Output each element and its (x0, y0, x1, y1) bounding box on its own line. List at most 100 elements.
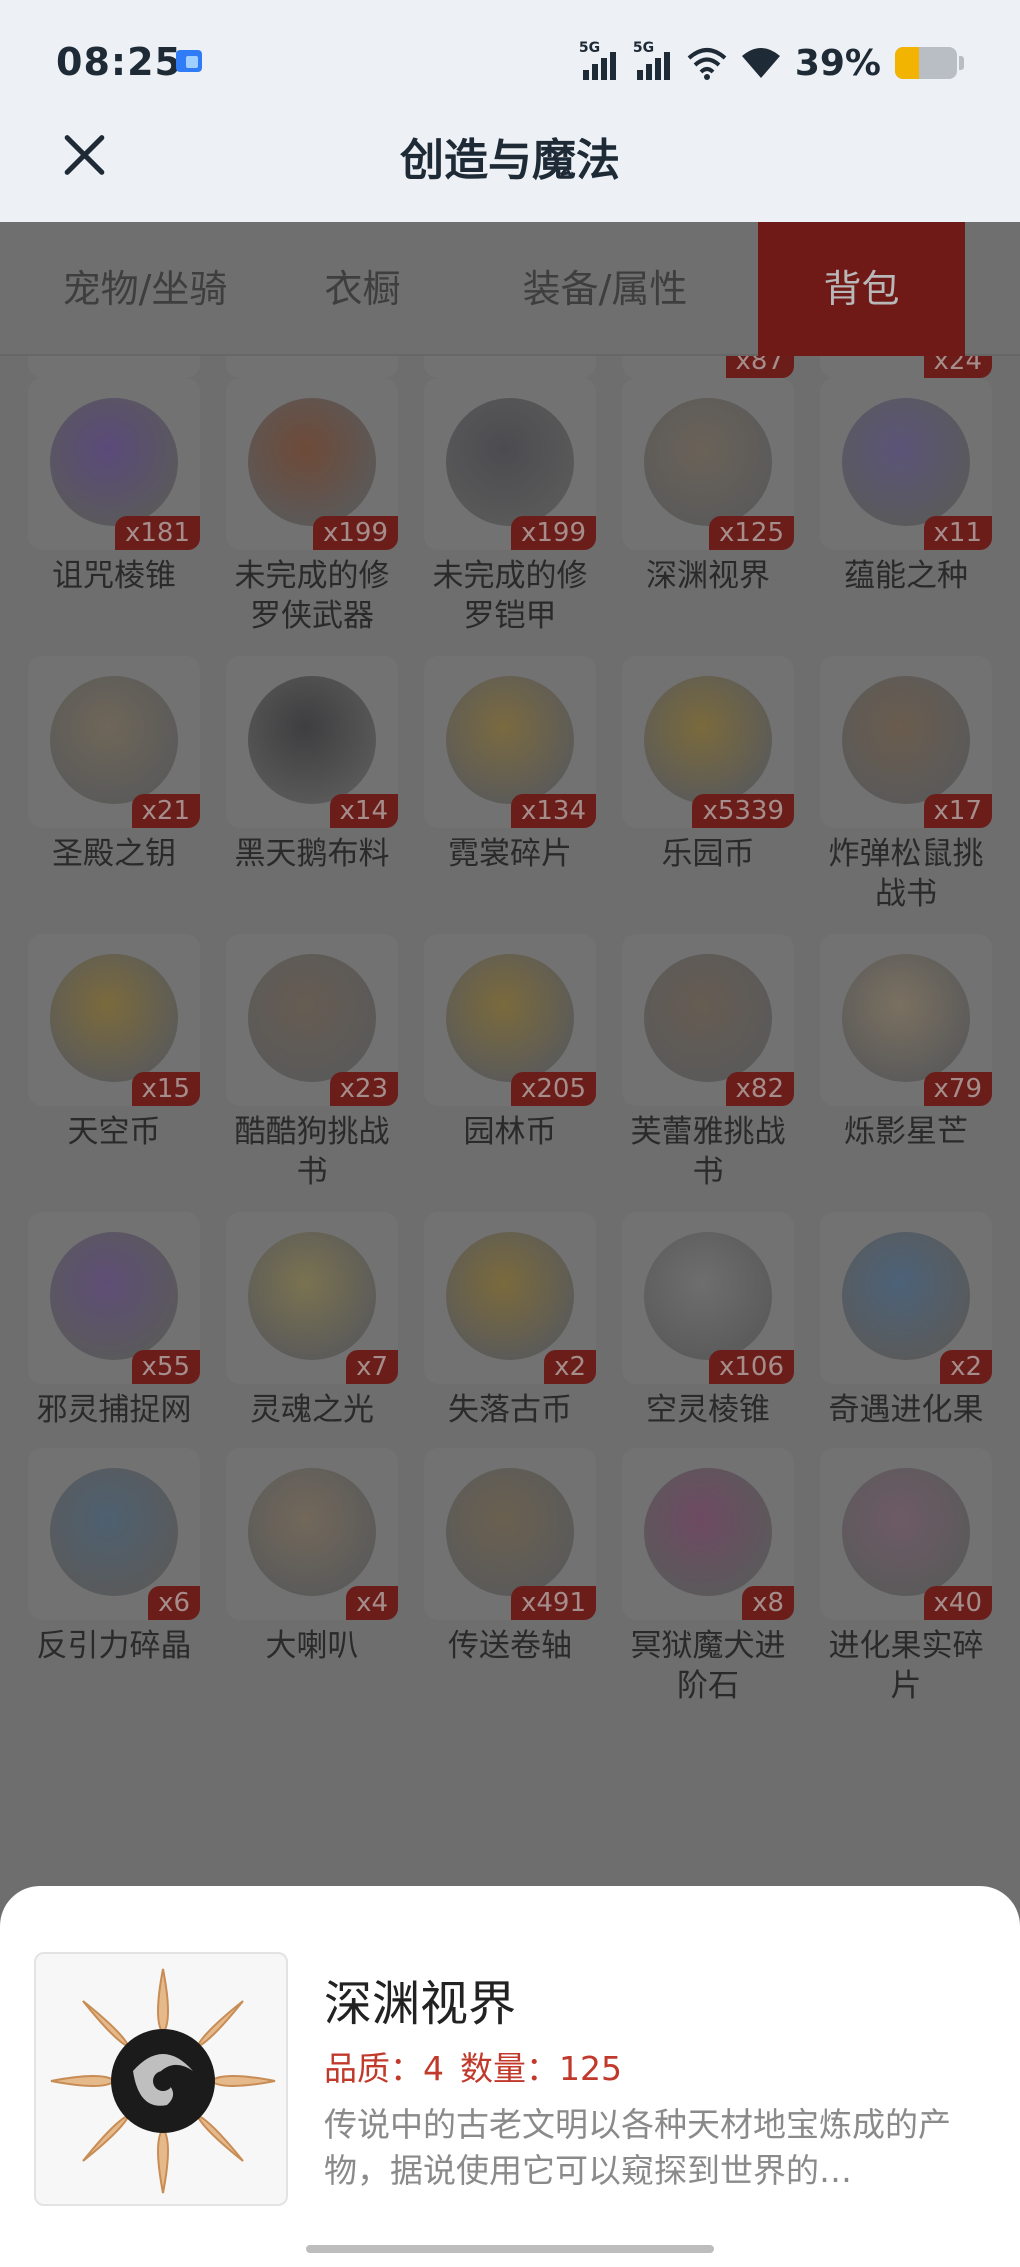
item-count-badge: x14 (329, 794, 398, 828)
inventory-item[interactable]: x21 圣殿之钥 (24, 656, 204, 874)
inventory-item[interactable]: x4 大喇叭 (222, 1448, 402, 1666)
inventory-item[interactable]: x6 反引力碎晶 (24, 1448, 204, 1666)
item-count-badge: x199 (510, 516, 596, 550)
item-name: 炸弹松鼠挑战书 (828, 836, 984, 912)
item-count-badge: x7 (346, 1350, 398, 1384)
item-card[interactable]: x7 (226, 1212, 398, 1384)
item-icon (248, 954, 376, 1082)
item-card[interactable]: x2 (424, 1212, 596, 1384)
inventory-item[interactable]: x23 酷酷狗挑战书 (222, 934, 402, 1192)
item-name: 大喇叭 (265, 1628, 359, 1664)
inventory-item[interactable]: x17 炸弹松鼠挑战书 (816, 656, 996, 914)
item-icon (50, 954, 178, 1082)
item-card[interactable]: x17 (820, 656, 992, 828)
item-count: 数量：125 (460, 2049, 622, 2088)
item-card[interactable]: x6 (28, 1448, 200, 1620)
tab-wardrobe[interactable]: 衣橱 (270, 222, 455, 356)
item-card[interactable]: x199 (226, 378, 398, 550)
item-name: 冥狱魔犬进阶石 (630, 1628, 786, 1704)
signal-label-2: 5G (632, 40, 655, 56)
inventory-item[interactable]: x11 蕴能之种 (816, 378, 996, 596)
item-count-badge: x15 (131, 1072, 200, 1106)
inventory-item[interactable]: x199 未完成的修罗侠武器 (222, 378, 402, 636)
inventory-item[interactable]: x7 灵魂之光 (222, 1212, 402, 1430)
inventory-item[interactable]: x199 未完成的修罗铠甲 (420, 378, 600, 636)
item-name: 反引力碎晶 (36, 1628, 192, 1664)
status-icons: 5G 5G 39% (579, 38, 964, 88)
item-card[interactable]: x15 (28, 934, 200, 1106)
inventory-item[interactable]: x134 霓裳碎片 (420, 656, 600, 874)
tab-backpack[interactable]: 背包 (758, 222, 965, 356)
inventory-item[interactable]: x2 失落古币 (420, 1212, 600, 1430)
item-detail-sheet: 深渊视界 品质：4 数量：125 传说中的古老文明以各种天材地宝炼成的产物，据说… (0, 1886, 1020, 2267)
inventory-item[interactable]: x205 园林币 (420, 934, 600, 1152)
item-card[interactable]: x40 (820, 1448, 992, 1620)
tab-equipment[interactable]: 装备/属性 (495, 222, 715, 356)
item-icon (248, 676, 376, 804)
item-card[interactable]: x8 (622, 1448, 794, 1620)
item-count-badge: x82 (725, 1072, 794, 1106)
tab-pets-mounts[interactable]: 宠物/坐骑 (45, 222, 245, 356)
item-count-badge: x6 (148, 1586, 200, 1620)
battery-percent: 39% (794, 42, 881, 84)
inventory-item[interactable]: x5339 乐园币 (618, 656, 798, 874)
abyss-sun-icon (50, 1968, 276, 2194)
inventory-item[interactable]: x181 诅咒棱锥 (24, 378, 204, 596)
item-card[interactable]: x23 (226, 934, 398, 1106)
inventory-item[interactable]: x14 黑天鹅布料 (222, 656, 402, 874)
item-card[interactable]: x4 (226, 1448, 398, 1620)
item-card[interactable]: x5339 (622, 656, 794, 828)
item-count-badge: x2 (544, 1350, 596, 1384)
item-card[interactable]: x82 (622, 934, 794, 1106)
signal-label: 5G (578, 40, 601, 56)
inventory-item[interactable]: x106 空灵棱锥 (618, 1212, 798, 1430)
inventory-item[interactable]: x55 邪灵捕捉网 (24, 1212, 204, 1430)
item-card[interactable]: x134 (424, 656, 596, 828)
item-count-badge: x199 (312, 516, 398, 550)
inventory-item[interactable]: x40 进化果实碎片 (816, 1448, 996, 1706)
item-card[interactable] (424, 356, 596, 378)
item-card[interactable]: x21 (28, 656, 200, 828)
item-name: 未完成的修罗侠武器 (234, 558, 390, 634)
item-count-badge: x24 (923, 356, 992, 378)
item-card[interactable]: x125 (622, 378, 794, 550)
item-name: 烁影星芒 (844, 1114, 968, 1150)
inventory-item[interactable]: x125 深渊视界 (618, 378, 798, 596)
item-card[interactable] (28, 356, 200, 378)
inventory-item[interactable]: x8 冥狱魔犬进阶石 (618, 1448, 798, 1706)
app-header: 创造与魔法 (0, 122, 1020, 222)
item-card[interactable]: x55 (28, 1212, 200, 1384)
item-count-badge: x55 (131, 1350, 200, 1384)
inventory-item[interactable]: x491 传送卷轴 (420, 1448, 600, 1666)
item-count-badge: x11 (923, 516, 992, 550)
item-card[interactable]: x2 (820, 1212, 992, 1384)
item-card[interactable] (226, 356, 398, 378)
item-card[interactable]: x11 (820, 378, 992, 550)
inventory-item[interactable]: x82 芙蕾雅挑战书 (618, 934, 798, 1192)
item-name: 芙蕾雅挑战书 (630, 1114, 786, 1190)
item-icon (446, 676, 574, 804)
inventory-item[interactable]: x2 奇遇进化果 (816, 1212, 996, 1430)
item-name: 蕴能之种 (844, 558, 968, 594)
item-card[interactable]: x106 (622, 1212, 794, 1384)
item-count-badge: x4 (346, 1586, 398, 1620)
item-card[interactable]: x199 (424, 378, 596, 550)
item-icon (446, 1468, 574, 1596)
item-name: 深渊视界 (646, 558, 770, 594)
item-card[interactable]: x87 (622, 356, 794, 378)
inventory-item[interactable]: x15 天空币 (24, 934, 204, 1152)
item-name: 未完成的修罗铠甲 (432, 558, 588, 634)
item-card[interactable]: x24 (820, 356, 992, 378)
item-card[interactable]: x181 (28, 378, 200, 550)
item-card[interactable]: x491 (424, 1448, 596, 1620)
notification-app-icon (176, 50, 202, 72)
item-name: 失落古币 (448, 1392, 572, 1428)
home-indicator[interactable] (306, 2245, 714, 2253)
item-card[interactable]: x79 (820, 934, 992, 1106)
item-name: 邪灵捕捉网 (36, 1392, 192, 1428)
inventory-item[interactable]: x79 烁影星芒 (816, 934, 996, 1152)
item-icon (842, 1468, 970, 1596)
item-card[interactable]: x205 (424, 934, 596, 1106)
item-count-badge: x21 (131, 794, 200, 828)
item-card[interactable]: x14 (226, 656, 398, 828)
